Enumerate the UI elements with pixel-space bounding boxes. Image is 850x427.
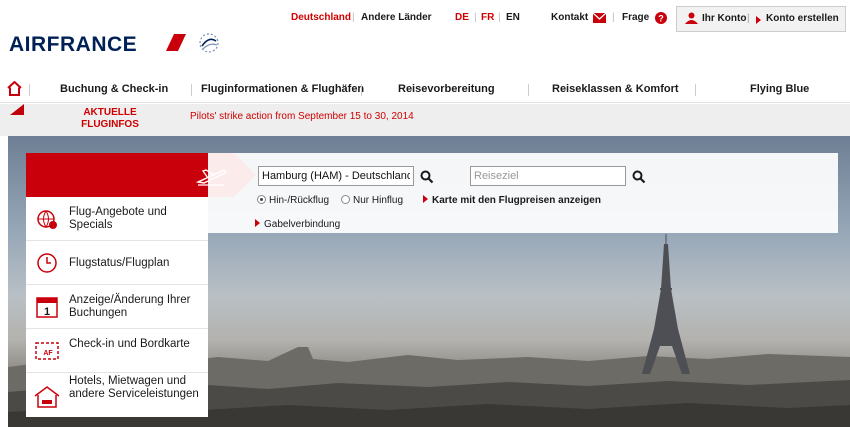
boarding-pass-icon: AF [35, 342, 59, 360]
menu-label-manage-booking: Anzeige/Änderung Ihrer Buchungen [69, 294, 191, 319]
menu-header [26, 153, 256, 197]
separator: | [352, 12, 355, 23]
lang-en-link[interactable]: EN [506, 12, 520, 23]
roundtrip-option[interactable]: Hin-/Rückflug [257, 195, 329, 206]
menu-label-offers: Flug-Angebote und Specials [69, 206, 167, 231]
separator: | [612, 12, 615, 23]
menu-item-manage-booking[interactable]: 1 Anzeige/Änderung Ihrer Buchungen [26, 285, 208, 329]
main-navigation: Buchung & Check-in Fluginformationen & F… [0, 77, 850, 103]
nav-divider [695, 84, 696, 96]
menu-label-hotels: Hotels, Mietwagen und andere Serviceleis… [69, 375, 199, 400]
airfrance-logo[interactable]: AIRFRANCE [9, 33, 137, 57]
openjaw-link[interactable]: Gabelverbindung [255, 219, 340, 230]
roundtrip-radio[interactable] [257, 195, 266, 204]
nav-divider [528, 84, 529, 96]
svg-text:AF: AF [43, 350, 53, 357]
search-icon[interactable] [632, 170, 646, 184]
help-icon: ? [655, 12, 667, 27]
separator: | [474, 12, 477, 23]
menu-label-checkin: Check-in und Bordkarte [69, 338, 190, 350]
eiffel-tower-image [642, 234, 690, 374]
svg-text:1: 1 [44, 306, 50, 318]
other-countries-link[interactable]: Andere Länder [361, 12, 432, 23]
menu-item-hotels[interactable]: Hotels, Mietwagen und andere Serviceleis… [26, 373, 208, 417]
clock-icon [37, 253, 57, 273]
mail-icon [592, 12, 607, 26]
nav-travel-classes[interactable]: Reiseklassen & Komfort [552, 83, 679, 95]
lang-fr-link[interactable]: FR [481, 12, 494, 23]
departure-input[interactable] [258, 166, 414, 186]
roundtrip-label: Hin-/Rückflug [269, 195, 330, 206]
menu-item-offers[interactable]: Flug-Angebote und Specials [26, 197, 208, 241]
arrow-icon [756, 16, 761, 24]
oneway-label: Nur Hinflug [353, 195, 404, 206]
info-corner-marker [10, 104, 24, 115]
logo-slash-icon [166, 34, 186, 51]
search-icon[interactable] [420, 170, 434, 184]
nav-divider [29, 84, 30, 96]
nav-flight-info-airports[interactable]: Fluginformationen & Flughäfen [201, 83, 364, 95]
nav-divider [361, 84, 362, 96]
menu-item-checkin[interactable]: AF Check-in und Bordkarte [26, 329, 208, 373]
svg-text:?: ? [658, 14, 664, 24]
current-flight-info-label[interactable]: AKTUELLE FLUGINFOS [78, 107, 142, 131]
nav-travel-preparation[interactable]: Reisevorbereitung [398, 83, 495, 95]
menu-label-flight-status: Flugstatus/Flugplan [69, 257, 170, 269]
skyteam-icon [199, 33, 219, 53]
quick-access-menu: Flug-Angebote und Specials Flugstatus/Fl… [26, 197, 208, 417]
my-account-link[interactable]: Ihr Konto [702, 13, 746, 24]
nav-flying-blue[interactable]: Flying Blue [750, 83, 809, 95]
separator: | [498, 12, 501, 23]
nav-divider [191, 84, 192, 96]
question-link[interactable]: Frage [622, 12, 649, 23]
globe-offer-icon [37, 210, 57, 229]
create-account-link[interactable]: Konto erstellen [766, 13, 839, 24]
oneway-option[interactable]: Nur Hinflug [341, 195, 403, 206]
strike-info-link[interactable]: Pilots' strike action from September 15 … [190, 111, 414, 122]
calendar-icon: 1 [36, 297, 58, 318]
fare-map-link[interactable]: Karte mit den Flugpreisen anzeigen [423, 195, 601, 206]
user-icon [685, 12, 698, 27]
contact-link[interactable]: Kontakt [551, 12, 588, 23]
oneway-radio[interactable] [341, 195, 350, 204]
flight-search-panel: Hin-/Rückflug Nur Hinflug Karte mit den … [208, 153, 838, 233]
account-box: Ihr Konto | Konto erstellen [676, 6, 846, 32]
hotel-icon [34, 386, 60, 408]
nav-booking-checkin[interactable]: Buchung & Check-in [60, 83, 168, 95]
lang-de-link[interactable]: DE [455, 12, 469, 23]
menu-item-flight-status[interactable]: Flugstatus/Flugplan [26, 241, 208, 285]
country-germany-link[interactable]: Deutschland [291, 12, 351, 23]
destination-input[interactable] [470, 166, 626, 186]
home-icon[interactable] [7, 81, 22, 96]
separator: | [747, 13, 750, 24]
